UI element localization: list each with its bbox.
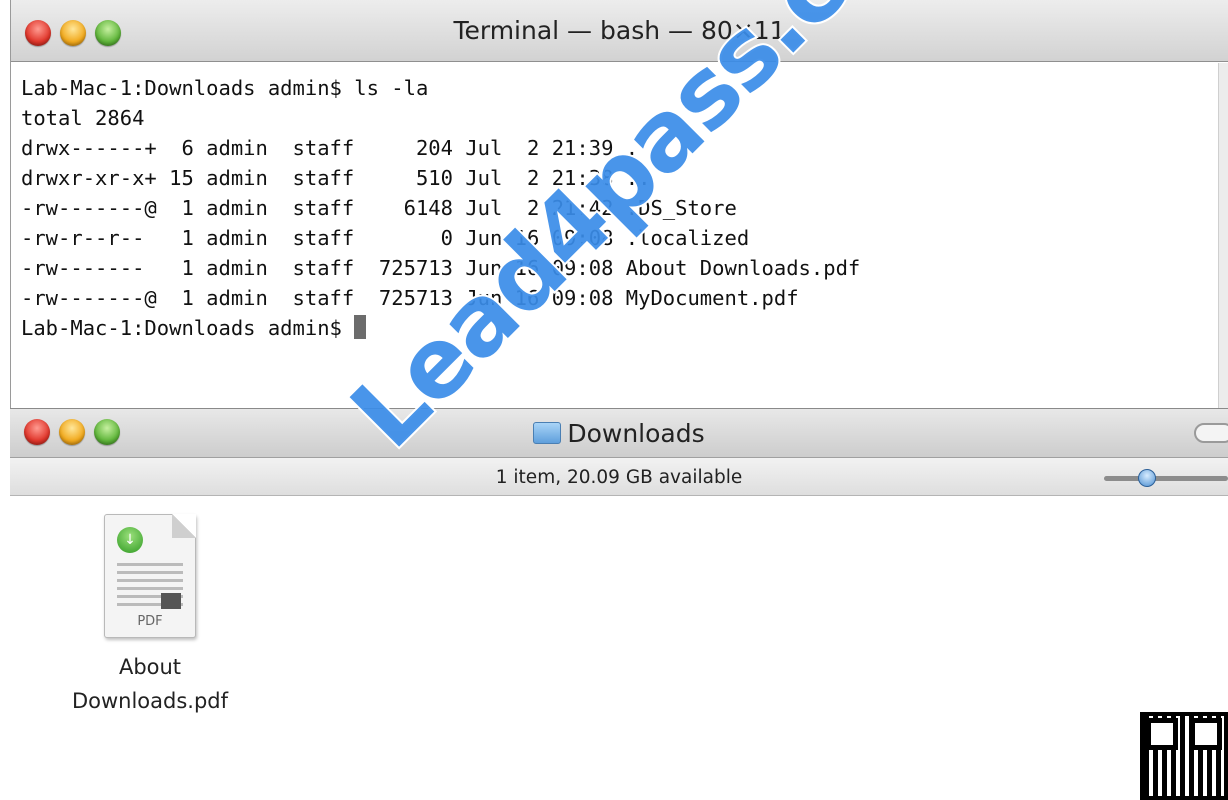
text-cursor [354, 315, 367, 339]
terminal-line: -rw------- 1 admin staff 725713 Jun 16 0… [21, 256, 861, 280]
file-area[interactable]: ↓ PDF About Downloads.pdf [10, 496, 1228, 800]
terminal-prompt-line[interactable]: Lab-Mac-1:Downloads admin$ [21, 313, 1228, 343]
toolbar-toggle-button[interactable] [1194, 423, 1228, 443]
terminal-line: drwx------+ 6 admin staff 204 Jul 2 21:3… [21, 136, 639, 160]
terminal-title: Terminal — bash — 80×11 [453, 16, 786, 45]
pdf-document-icon[interactable]: ↓ PDF [104, 514, 196, 638]
finder-titlebar[interactable]: Downloads [10, 408, 1228, 458]
slider-knob[interactable] [1138, 469, 1156, 487]
file-item[interactable]: ↓ PDF About Downloads.pdf [50, 514, 250, 718]
status-bar: 1 item, 20.09 GB available [10, 458, 1228, 496]
finder-window: Downloads 1 item, 20.09 GB available ↓ P… [10, 408, 1228, 800]
terminal-output[interactable]: Lab-Mac-1:Downloads admin$ ls -la total … [11, 63, 1228, 408]
terminal-line: total 2864 [21, 106, 145, 130]
finder-title-label: Downloads [567, 419, 705, 448]
page-graphic [161, 593, 181, 609]
terminal-line: Lab-Mac-1:Downloads admin$ ls -la [21, 76, 429, 100]
terminal-line: -rw-r--r-- 1 admin staff 0 Jun 16 09:08 … [21, 226, 750, 250]
pdf-label: PDF [137, 614, 163, 629]
terminal-prompt: Lab-Mac-1:Downloads admin$ [21, 316, 355, 340]
terminal-titlebar[interactable]: Terminal — bash — 80×11 [11, 0, 1228, 62]
terminal-window: Terminal — bash — 80×11 Lab-Mac-1:Downlo… [10, 0, 1228, 410]
icon-size-slider[interactable] [1104, 476, 1228, 481]
terminal-line: -rw-------@ 1 admin staff 725713 Jun 16 … [21, 286, 799, 310]
terminal-scrollbar[interactable] [1218, 63, 1228, 408]
file-name: About Downloads.pdf [71, 655, 229, 713]
folder-icon [533, 422, 562, 444]
terminal-line: -rw-------@ 1 admin staff 6148 Jul 2 21:… [21, 196, 737, 220]
terminal-line: drwxr-xr-x+ 15 admin staff 510 Jul 2 21:… [21, 166, 651, 190]
page-fold [172, 514, 196, 538]
download-badge-icon: ↓ [117, 527, 143, 553]
finder-title: Downloads [10, 419, 1228, 448]
qr-code [1140, 712, 1228, 800]
status-text: 1 item, 20.09 GB available [495, 467, 743, 488]
